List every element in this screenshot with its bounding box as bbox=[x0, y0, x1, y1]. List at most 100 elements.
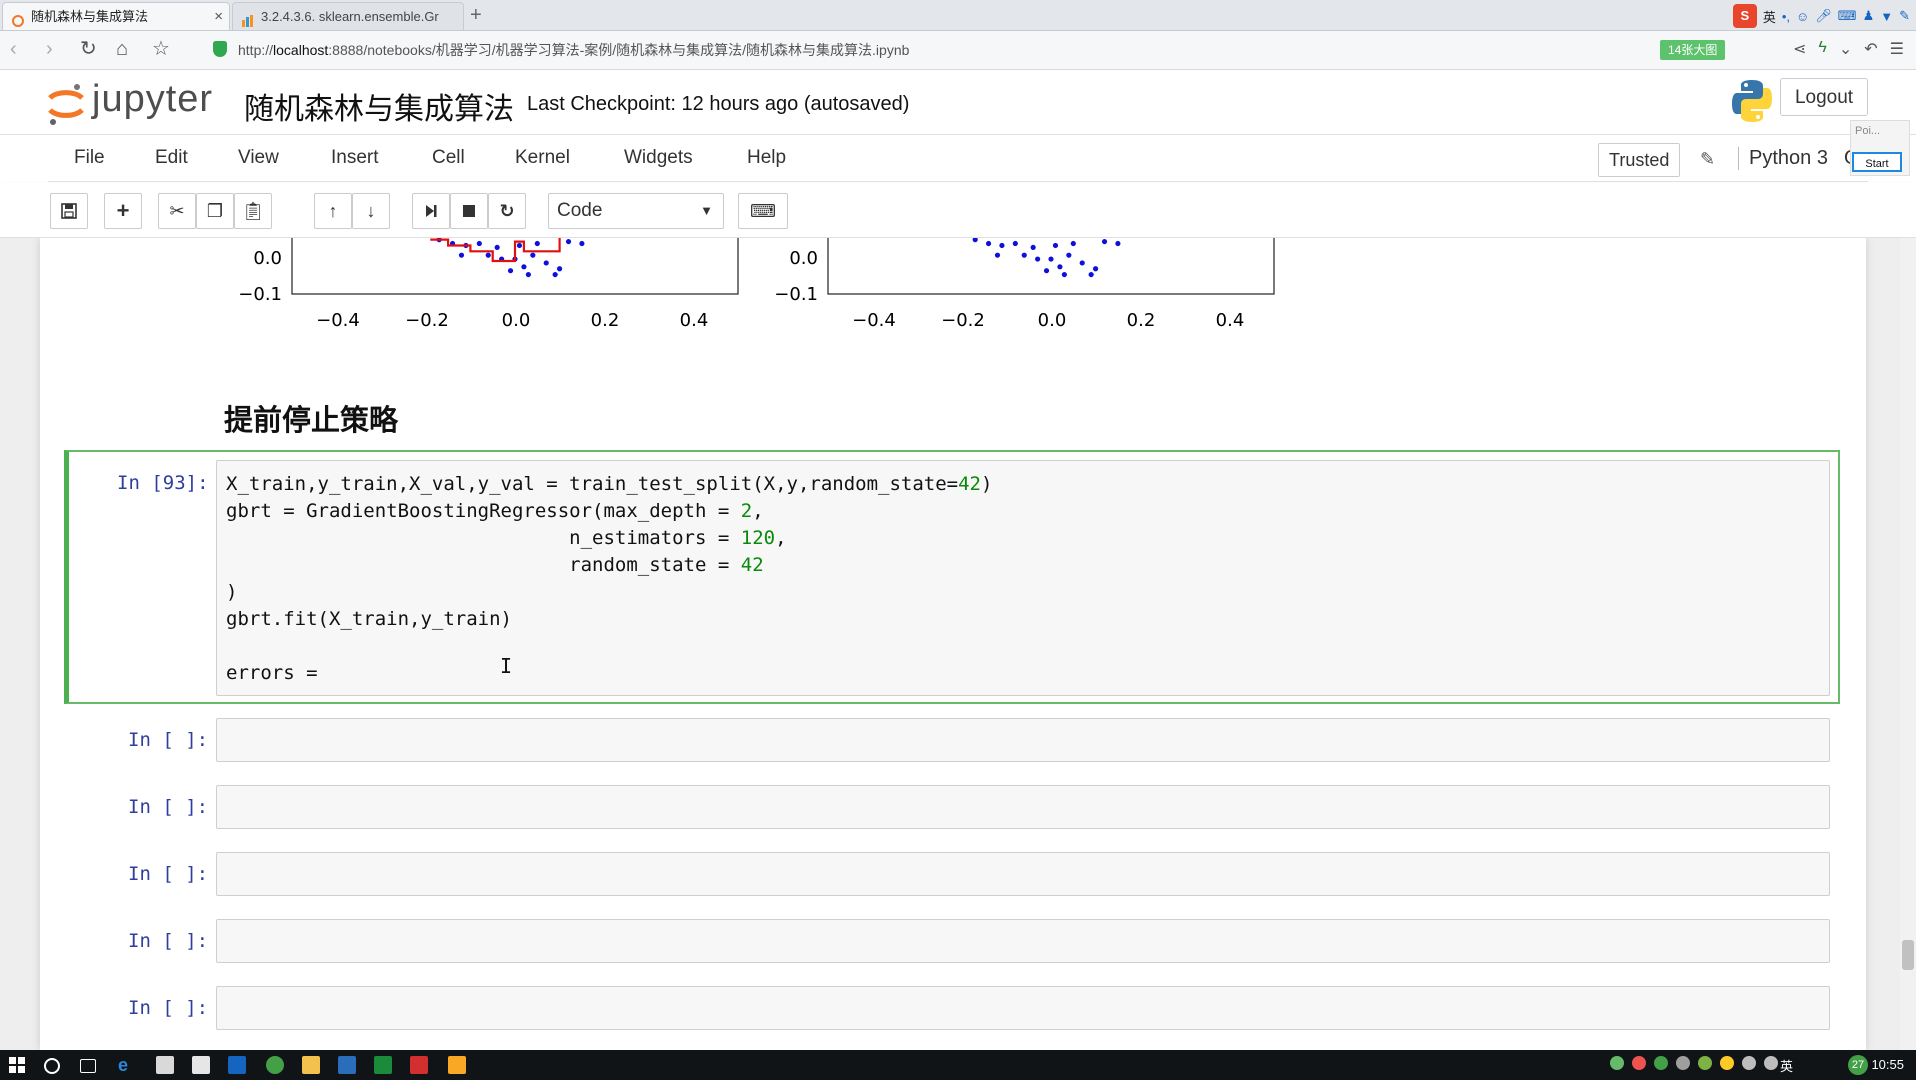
scrollbar-thumb[interactable] bbox=[1902, 940, 1914, 970]
menu-view[interactable]: View bbox=[238, 147, 279, 169]
tray-icon[interactable] bbox=[1676, 1056, 1690, 1070]
shirt-icon[interactable]: ▼ bbox=[1880, 9, 1893, 24]
cell-type-select[interactable]: Code ▼ bbox=[548, 193, 724, 229]
trusted-indicator[interactable]: Trusted bbox=[1598, 143, 1681, 177]
network-icon[interactable] bbox=[1742, 1056, 1756, 1070]
app-icon[interactable] bbox=[228, 1056, 246, 1074]
mail-icon[interactable] bbox=[192, 1056, 210, 1074]
app-icon[interactable] bbox=[448, 1056, 466, 1074]
url-field[interactable]: http://localhost:8888/notebooks/机器学习/机器学… bbox=[238, 40, 909, 60]
taskbar-ime[interactable]: 英 bbox=[1780, 1056, 1793, 1075]
data-point bbox=[485, 252, 491, 258]
menu-kernel[interactable]: Kernel bbox=[515, 147, 570, 169]
menu-widgets[interactable]: Widgets bbox=[624, 147, 693, 169]
cut-icon[interactable]: ✂ bbox=[158, 193, 196, 229]
task-view-icon[interactable] bbox=[80, 1059, 96, 1073]
menu-edit[interactable]: Edit bbox=[155, 147, 188, 169]
logout-button[interactable]: Logout bbox=[1780, 78, 1868, 116]
tray-icon[interactable] bbox=[1632, 1056, 1646, 1070]
bookmark-star-icon[interactable]: ☆ bbox=[152, 39, 170, 59]
file-explorer-icon[interactable] bbox=[302, 1056, 320, 1074]
tray-icon[interactable] bbox=[1698, 1056, 1712, 1070]
empty-code-cell[interactable] bbox=[216, 986, 1830, 1030]
menu-cell[interactable]: Cell bbox=[432, 147, 465, 169]
run-cell-icon[interactable] bbox=[412, 193, 450, 229]
volume-icon[interactable] bbox=[1764, 1056, 1778, 1070]
share-icon[interactable]: ⋖ bbox=[1793, 39, 1806, 59]
chevron-down-icon[interactable]: ⌄ bbox=[1839, 39, 1852, 59]
empty-code-cell[interactable] bbox=[216, 919, 1830, 963]
data-point bbox=[494, 244, 500, 251]
kernel-name[interactable]: Python 3 bbox=[1738, 147, 1828, 170]
cell-type-value: Code bbox=[557, 200, 603, 221]
command-palette-keyboard-icon[interactable]: ⌨ bbox=[738, 193, 788, 229]
app-icon[interactable] bbox=[410, 1056, 428, 1074]
ime-language[interactable]: 英 bbox=[1763, 7, 1776, 26]
jupyter-logo-icon[interactable] bbox=[46, 82, 86, 129]
data-point bbox=[1021, 252, 1027, 258]
emoji-icon[interactable]: ☺ bbox=[1796, 9, 1809, 24]
tab-notebook[interactable]: 随机森林与集成算法 × bbox=[2, 2, 230, 30]
code-line: ) bbox=[226, 581, 238, 603]
save-icon[interactable] bbox=[50, 193, 88, 229]
forward-icon[interactable]: › bbox=[46, 39, 53, 59]
empty-code-cell[interactable] bbox=[216, 718, 1830, 762]
menu-help[interactable]: Help bbox=[747, 147, 786, 169]
interrupt-kernel-icon[interactable] bbox=[450, 193, 488, 229]
tray-icon[interactable] bbox=[1654, 1056, 1668, 1070]
browser-360-icon[interactable] bbox=[266, 1056, 284, 1074]
tray-icon[interactable] bbox=[1720, 1056, 1734, 1070]
empty-code-cell[interactable] bbox=[216, 785, 1830, 829]
notebook-title[interactable]: 随机森林与集成算法 bbox=[244, 84, 514, 128]
restart-kernel-icon[interactable]: ↻ bbox=[488, 193, 526, 229]
data-point bbox=[525, 271, 531, 278]
x-tick-label: 0.4 bbox=[680, 310, 709, 331]
close-tab-icon[interactable]: × bbox=[214, 3, 223, 30]
taskbar-clock[interactable]: 10:55 bbox=[1871, 1057, 1904, 1072]
tray-icon[interactable] bbox=[1610, 1056, 1624, 1070]
data-point bbox=[476, 240, 482, 247]
edit-pencil-icon[interactable]: ✎ bbox=[1700, 149, 1715, 170]
tab-label: 随机森林与集成算法 bbox=[31, 9, 149, 24]
app-icon[interactable] bbox=[338, 1056, 356, 1074]
lightning-icon[interactable]: ϟ bbox=[1818, 39, 1826, 59]
menu-icon[interactable]: ☰ bbox=[1890, 39, 1904, 59]
new-tab-button[interactable]: + bbox=[470, 2, 482, 28]
punctuation-icon[interactable]: •, bbox=[1782, 9, 1790, 24]
home-icon[interactable]: ⌂ bbox=[116, 39, 128, 59]
move-down-icon[interactable]: ↓ bbox=[352, 193, 390, 229]
undo-icon[interactable]: ↶ bbox=[1864, 39, 1877, 59]
back-icon[interactable]: ‹ bbox=[10, 39, 17, 59]
markdown-heading[interactable]: 提前停止策略 bbox=[224, 397, 398, 439]
edge-browser-icon[interactable]: e bbox=[118, 1056, 136, 1074]
move-up-icon[interactable]: ↑ bbox=[314, 193, 352, 229]
user-icon[interactable]: ♟ bbox=[1863, 8, 1875, 24]
image-badge[interactable]: 14张大图 bbox=[1660, 40, 1726, 60]
microphone-icon[interactable]: 🎤︎ bbox=[1815, 8, 1832, 24]
code-content[interactable]: X_train,y_train,X_val,y_val = train_test… bbox=[226, 471, 992, 687]
copy-icon[interactable]: ❐ bbox=[196, 193, 234, 229]
menu-file[interactable]: File bbox=[74, 147, 105, 169]
reload-icon[interactable]: ↻ bbox=[80, 39, 97, 59]
jupyter-logo-text[interactable]: jupyter bbox=[92, 78, 213, 121]
windows-start-icon[interactable] bbox=[8, 1056, 26, 1074]
search-icon[interactable] bbox=[44, 1058, 60, 1074]
sogou-ime-icon[interactable]: S bbox=[1732, 4, 1757, 28]
data-point bbox=[1088, 271, 1094, 278]
menu-insert[interactable]: Insert bbox=[331, 147, 379, 169]
paste-icon[interactable]: 📋︎ bbox=[234, 193, 272, 229]
insert-cell-icon[interactable]: + bbox=[104, 193, 142, 229]
page-scrollbar[interactable] bbox=[1900, 238, 1916, 1050]
empty-code-cell[interactable] bbox=[216, 852, 1830, 896]
store-icon[interactable] bbox=[156, 1056, 174, 1074]
x-tick-label: 0.0 bbox=[502, 310, 531, 331]
app-icon[interactable] bbox=[374, 1056, 392, 1074]
notification-badge[interactable]: 27 bbox=[1848, 1055, 1868, 1075]
start-button[interactable]: Start bbox=[1852, 152, 1902, 172]
tab-sklearn-docs[interactable]: 3.2.4.3.6. sklearn.ensemble.Gr bbox=[232, 2, 464, 30]
data-point bbox=[516, 242, 523, 249]
data-point bbox=[1030, 244, 1036, 251]
wrench-icon[interactable]: ✎ bbox=[1899, 8, 1910, 24]
keyboard-icon[interactable]: ⌨ bbox=[1838, 8, 1857, 24]
data-point bbox=[458, 252, 465, 258]
